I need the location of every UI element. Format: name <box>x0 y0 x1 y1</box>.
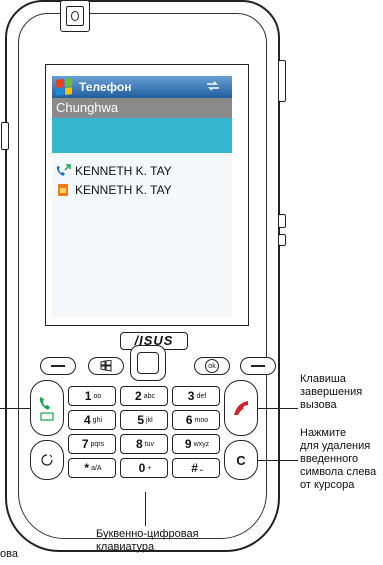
dash-icon <box>51 365 65 367</box>
key-number: 0 <box>138 461 146 475</box>
key-letters: pqrs <box>90 440 105 448</box>
key-letters: ⎵ <box>199 464 203 471</box>
windows-start-icon[interactable] <box>56 78 72 96</box>
left-soft-key[interactable] <box>40 357 76 375</box>
key-9[interactable]: 9 wxyz <box>172 434 220 454</box>
key-1[interactable]: 1 oo <box>68 386 116 406</box>
title-bar: Телефон <box>52 76 232 98</box>
left-cut-callout: ова <box>0 548 18 560</box>
callout-line <box>258 460 298 462</box>
right-soft-key[interactable] <box>240 357 276 375</box>
phone-screen: Телефон Chunghwa KENNETH K. TAY KENNETH … <box>52 76 232 317</box>
key-letters: jkl <box>146 416 153 424</box>
key-letters: + <box>147 464 152 472</box>
key-2[interactable]: 2 abc <box>120 386 168 406</box>
callout-line <box>258 408 298 410</box>
key-5[interactable]: 5 jkl <box>120 410 168 430</box>
power-button[interactable] <box>30 440 64 480</box>
key-number: 9 <box>184 437 192 451</box>
key-letters: tuv <box>144 440 155 448</box>
callout-line <box>145 492 147 526</box>
key-6[interactable]: 6 mno <box>172 410 220 430</box>
side-button-right-small-2[interactable] <box>278 234 286 246</box>
call-history-icon <box>56 163 71 176</box>
key-number: # <box>191 461 198 475</box>
key-number: 5 <box>137 413 145 427</box>
end-key-callout: Клавиша завершения вызова <box>300 373 363 411</box>
app-title: Телефон <box>79 80 132 94</box>
call-icon <box>39 397 54 421</box>
key-number: 6 <box>185 413 193 427</box>
key-number: 3 <box>187 389 195 403</box>
navigation-center-button[interactable] <box>137 352 159 374</box>
clear-key-callout: Нажмите для удаления введенного символа … <box>300 427 377 491</box>
side-button-left[interactable] <box>1 122 9 150</box>
connectivity-icon <box>207 81 219 91</box>
key-number: 7 <box>81 437 89 451</box>
number-entry-area[interactable] <box>52 118 232 153</box>
key-number: 4 <box>83 413 91 427</box>
ok-key[interactable]: ok <box>194 357 230 375</box>
key-star[interactable]: * a/A <box>68 458 116 478</box>
key-letters: mno <box>194 416 209 424</box>
side-button-right-top[interactable] <box>278 60 286 102</box>
carrier-name: Chunghwa <box>52 98 232 118</box>
key-letters: abc <box>143 392 155 400</box>
contact-name: KENNETH K. TAY <box>75 163 172 178</box>
clear-label: C <box>236 452 246 468</box>
key-4[interactable]: 4 ghi <box>68 410 116 430</box>
key-number: * <box>84 461 90 475</box>
list-item[interactable]: KENNETH K. TAY <box>52 180 232 199</box>
key-letters: def <box>196 392 207 400</box>
key-number: 8 <box>135 437 143 451</box>
start-menu-key[interactable] <box>88 357 124 375</box>
camera-icon <box>60 0 90 32</box>
key-letters: ghi <box>92 416 103 424</box>
key-7[interactable]: 7 pqrs <box>68 434 116 454</box>
contact-list: KENNETH K. TAY KENNETH K. TAY <box>52 153 232 199</box>
navigation-pad[interactable] <box>130 345 166 381</box>
end-call-button[interactable] <box>224 380 258 436</box>
call-button[interactable] <box>30 380 64 436</box>
windows-icon <box>100 360 112 372</box>
key-letters: oo <box>93 392 102 400</box>
sim-card-icon <box>58 183 68 196</box>
key-number: 2 <box>135 389 142 403</box>
key-number: 1 <box>84 389 92 403</box>
callout-line <box>0 408 30 410</box>
list-item[interactable]: KENNETH K. TAY <box>52 161 232 180</box>
key-3[interactable]: 3 def <box>172 386 220 406</box>
end-call-icon <box>234 401 248 415</box>
clear-button[interactable]: C <box>224 440 258 480</box>
dash-icon <box>251 365 265 367</box>
key-hash[interactable]: # ⎵ <box>172 458 220 478</box>
contact-name: KENNETH K. TAY <box>75 182 172 197</box>
side-button-right-small[interactable] <box>278 214 286 228</box>
key-8[interactable]: 8 tuv <box>120 434 168 454</box>
keypad-callout: Буквенно-цифровая клавиатура <box>96 528 199 553</box>
ok-label: ok <box>205 359 219 373</box>
power-icon <box>41 454 53 466</box>
key-letters: wxyz <box>193 440 210 448</box>
key-letters: a/A <box>91 464 102 472</box>
key-0[interactable]: 0 + <box>120 458 168 478</box>
